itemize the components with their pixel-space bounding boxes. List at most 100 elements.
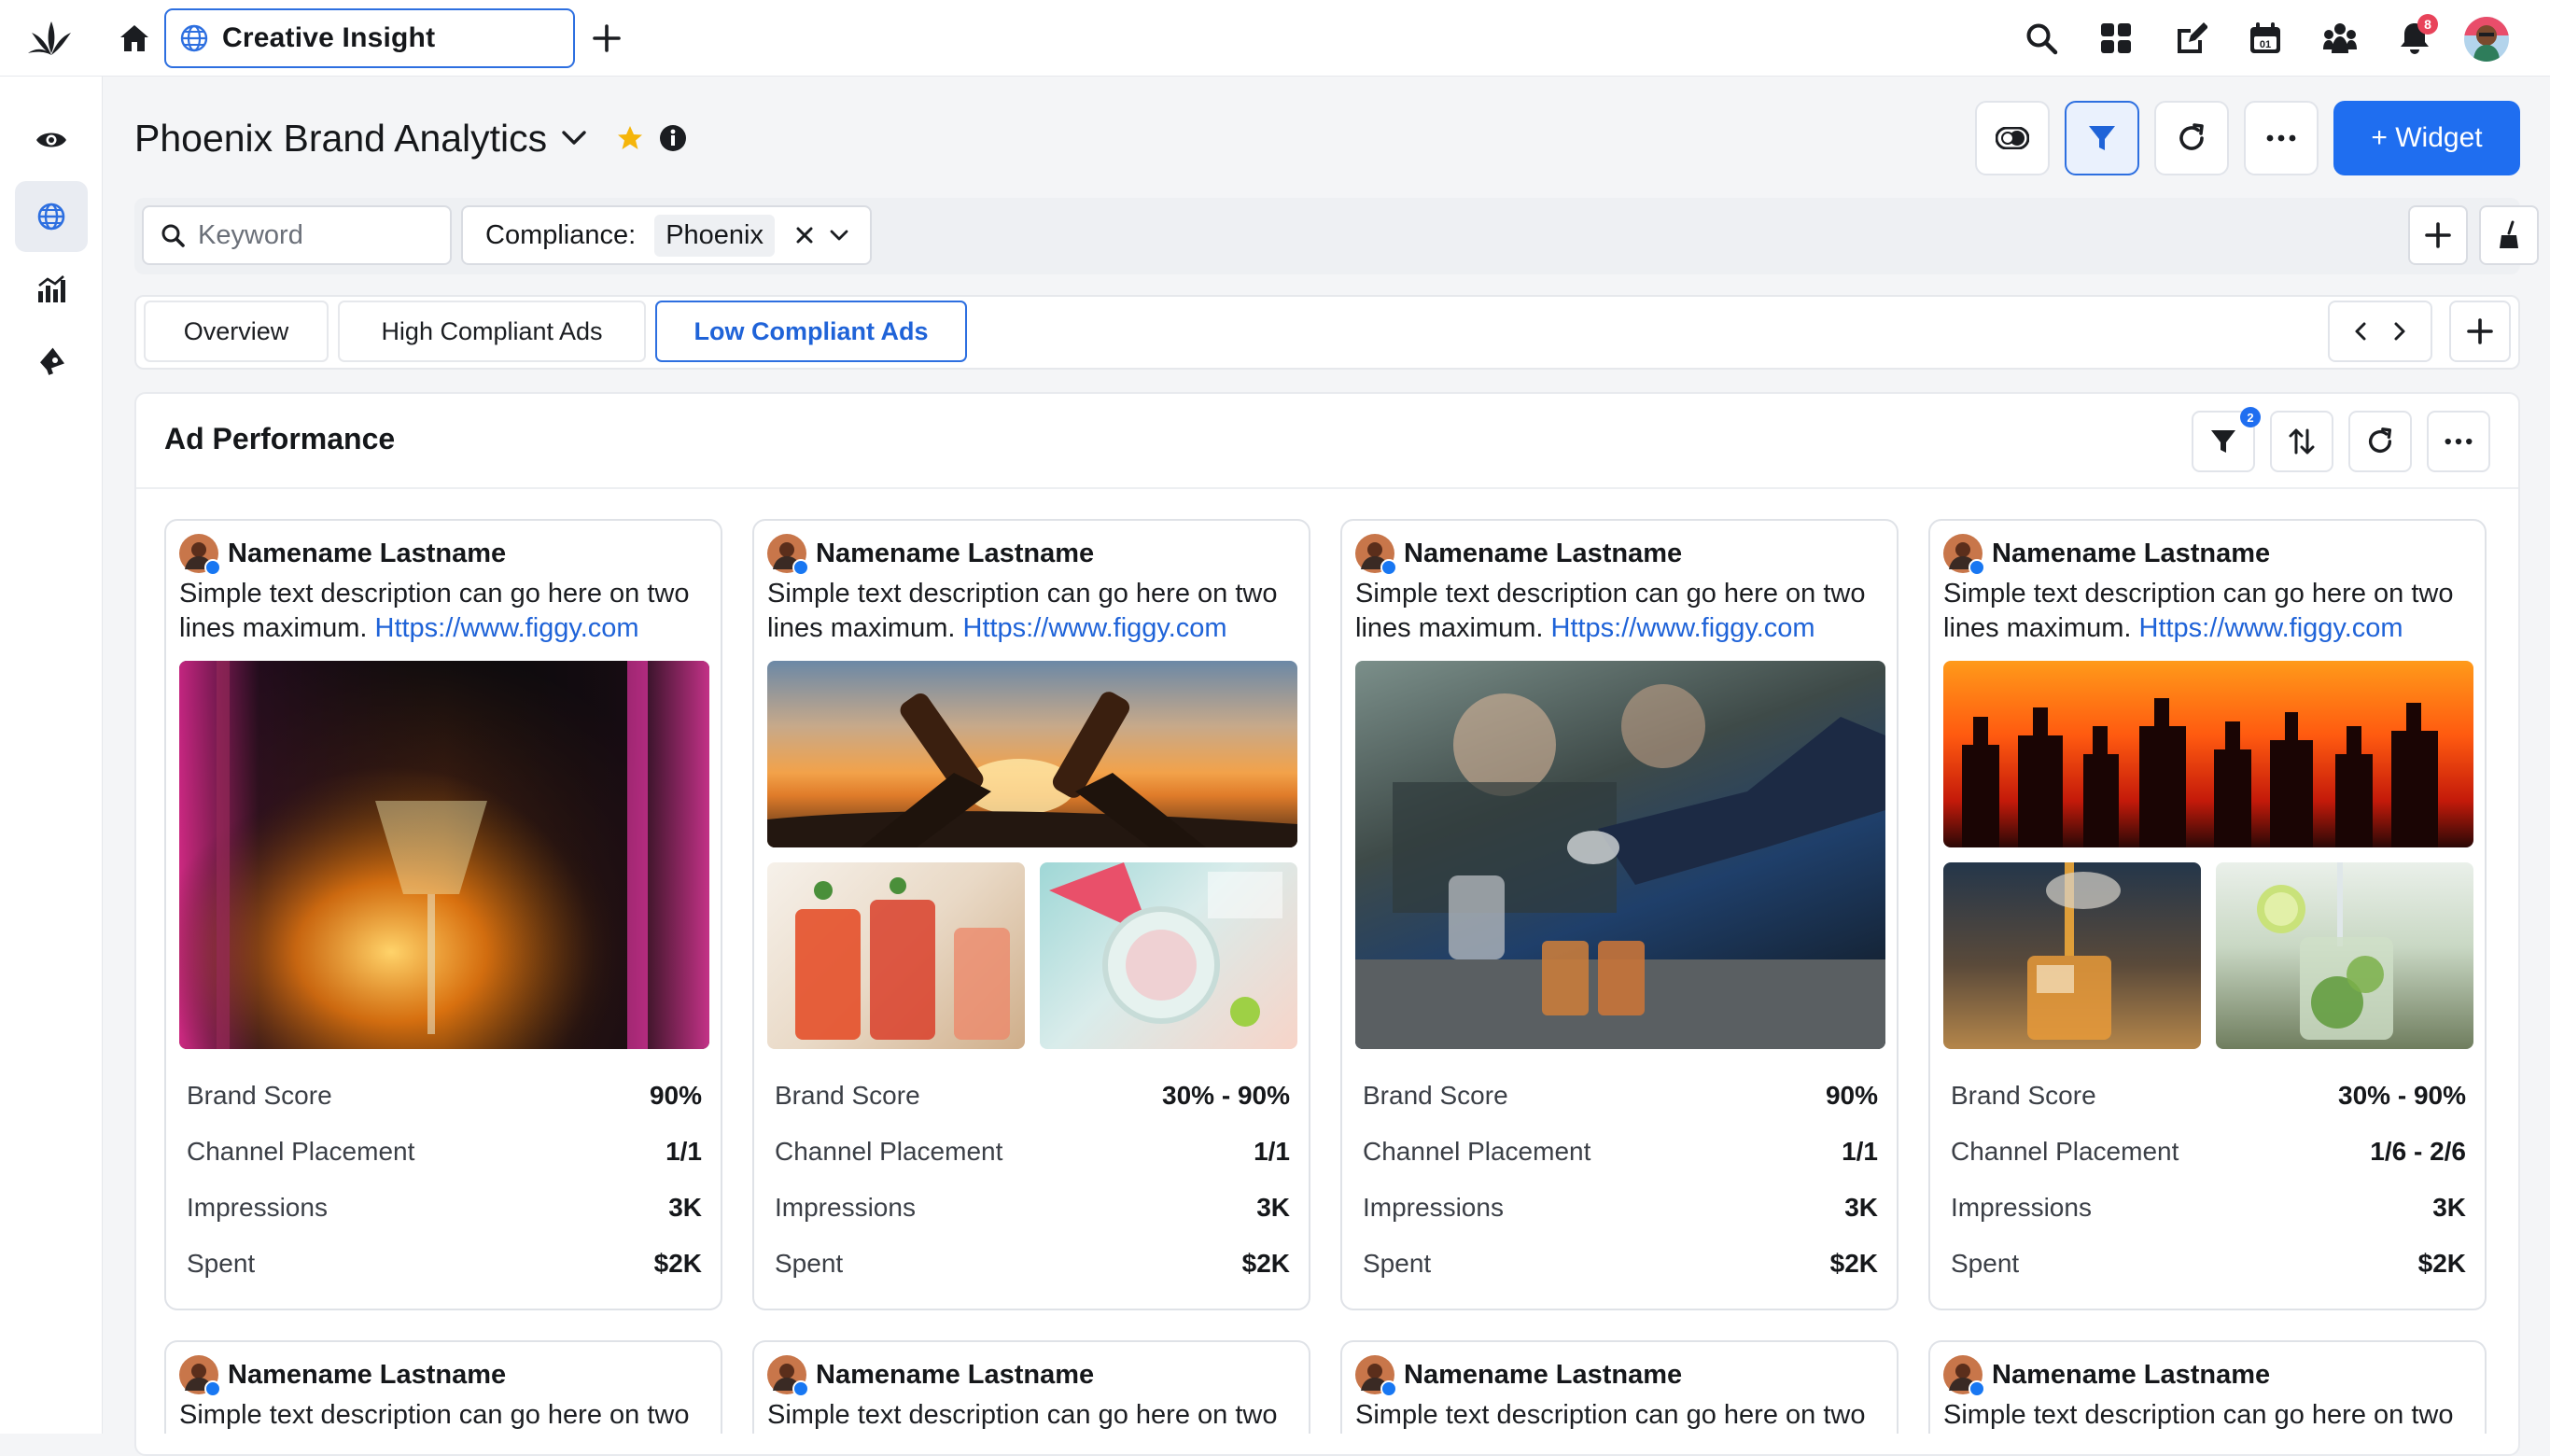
- card-link[interactable]: Https://www.figgy.com: [375, 613, 639, 643]
- keyword-input[interactable]: [196, 218, 420, 252]
- rail-item-analytics[interactable]: [15, 254, 88, 325]
- widget-more-button[interactable]: [2427, 411, 2490, 472]
- ad-card[interactable]: Namename Lastname Simple text descriptio…: [164, 519, 722, 1310]
- author-avatar: [1355, 534, 1397, 576]
- rail-item-insights[interactable]: [15, 181, 88, 252]
- tab-overview[interactable]: Overview: [144, 301, 329, 362]
- ad-image-whiskey-pour: [1943, 862, 2201, 1049]
- card-description: Simple text description can go here on t…: [179, 1400, 690, 1430]
- workspace-title: Creative Insight: [222, 22, 436, 53]
- broom-icon: [2496, 220, 2522, 250]
- calendar-icon[interactable]: 01: [2240, 16, 2291, 61]
- refresh-button[interactable]: [2154, 101, 2229, 175]
- plus-icon: [2466, 317, 2494, 345]
- rail-item-campaigns[interactable]: [15, 325, 88, 396]
- bell-icon[interactable]: 8: [2389, 14, 2440, 61]
- community-icon[interactable]: [2315, 16, 2365, 61]
- author-avatar: [1943, 1355, 1985, 1397]
- facebook-icon: [1380, 1380, 1397, 1397]
- card-link[interactable]: Https://www.figgy.com: [1551, 613, 1815, 643]
- ad-card[interactable]: Namename Lastname Simple text descriptio…: [752, 519, 1310, 1310]
- metric-channel-placement: Channel Placement 1/1: [187, 1137, 702, 1166]
- metric-impressions: Impressions 3K: [187, 1193, 702, 1222]
- card-media: [1943, 661, 2473, 1049]
- tab-low-compliant-ads[interactable]: Low Compliant Ads: [655, 301, 967, 362]
- ad-card[interactable]: Namename Lastname Simple text descriptio…: [1928, 1340, 2487, 1434]
- ad-card[interactable]: Namename Lastname Simple text descriptio…: [1340, 1340, 1898, 1434]
- metric-impressions: Impressions 3K: [1363, 1193, 1878, 1222]
- add-tab-button[interactable]: [2449, 301, 2511, 362]
- metric-channel-placement: Channel Placement 1/6 - 2/6: [1951, 1137, 2466, 1166]
- compliance-label: Compliance:: [485, 219, 637, 250]
- widget-refresh-button[interactable]: [2348, 411, 2412, 472]
- card-author: Namename Lastname: [767, 1355, 1094, 1397]
- metric-spent: Spent $2K: [1951, 1249, 2466, 1278]
- author-name: Namename Lastname: [816, 538, 1095, 568]
- chevron-down-icon[interactable]: [560, 129, 588, 147]
- widget-title: Ad Performance: [164, 422, 396, 455]
- compliance-filter[interactable]: Compliance: Phoenix: [461, 205, 872, 265]
- chevron-left-icon[interactable]: [2341, 321, 2380, 342]
- app-logo-icon[interactable]: [22, 13, 80, 63]
- add-widget-button[interactable]: + Widget: [2333, 101, 2520, 175]
- facebook-icon: [792, 559, 809, 576]
- ad-card[interactable]: Namename Lastname Simple text descriptio…: [752, 1340, 1310, 1434]
- card-author: Namename Lastname: [179, 1355, 506, 1397]
- more-options-button[interactable]: [2244, 101, 2319, 175]
- card-author: Namename Lastname: [1943, 1355, 2271, 1397]
- ad-image-beer-toast: [767, 661, 1297, 847]
- keyword-search[interactable]: [142, 205, 452, 265]
- filter-button[interactable]: [2065, 101, 2139, 175]
- ad-card[interactable]: Namename Lastname Simple text descriptio…: [1928, 519, 2487, 1310]
- clear-icon[interactable]: [795, 226, 814, 245]
- metric-spent: Spent $2K: [775, 1249, 1290, 1278]
- ad-image-bartender-pour: [1355, 661, 1885, 1049]
- add-filter-button[interactable]: [2408, 205, 2468, 265]
- notification-badge: 8: [2417, 14, 2438, 35]
- card-author: Namename Lastname: [179, 534, 506, 576]
- card-description: Simple text description can go here on t…: [767, 1400, 1278, 1430]
- ad-card[interactable]: Namename Lastname Simple text descriptio…: [164, 1340, 722, 1434]
- card-link[interactable]: Https://www.figgy.com: [2139, 613, 2403, 643]
- facebook-icon: [1969, 1380, 1985, 1397]
- author-avatar: [767, 1355, 809, 1397]
- chevron-right-icon[interactable]: [2380, 321, 2419, 342]
- widget-filter-button[interactable]: 2: [2192, 407, 2261, 472]
- card-media: [767, 661, 1297, 1049]
- apps-grid-icon[interactable]: [2091, 16, 2141, 61]
- sort-icon: [2289, 427, 2315, 456]
- user-avatar[interactable]: [2464, 17, 2509, 62]
- add-tab-button[interactable]: [584, 16, 629, 61]
- compose-icon[interactable]: [2165, 16, 2216, 61]
- metric-impressions: Impressions 3K: [775, 1193, 1290, 1222]
- page-title: Phoenix Brand Analytics: [134, 116, 548, 160]
- favorite-star-icon[interactable]: [616, 124, 644, 152]
- ad-image-bottle-shelf: [1943, 661, 2473, 847]
- author-avatar: [179, 1355, 221, 1397]
- card-link[interactable]: Https://www.figgy.com: [963, 613, 1227, 643]
- tab-high-compliant-ads[interactable]: High Compliant Ads: [338, 301, 646, 362]
- author-name: Namename Lastname: [1992, 1359, 2271, 1390]
- card-author: Namename Lastname: [1355, 534, 1682, 576]
- chevron-down-icon[interactable]: [829, 229, 849, 242]
- widget-sort-button[interactable]: [2270, 411, 2333, 472]
- info-icon[interactable]: [659, 124, 687, 152]
- ad-card[interactable]: Namename Lastname Simple text descriptio…: [1340, 519, 1898, 1310]
- metric-impressions: Impressions 3K: [1951, 1193, 2466, 1222]
- left-rail: [0, 77, 103, 1434]
- compliance-value-chip: Phoenix: [654, 214, 775, 257]
- card-description: Simple text description can go here on t…: [767, 579, 1278, 643]
- toggle-view-button[interactable]: [1975, 101, 2050, 175]
- clear-filters-button[interactable]: [2479, 205, 2539, 265]
- card-author: Namename Lastname: [1355, 1355, 1682, 1397]
- metric-channel-placement: Channel Placement 1/1: [775, 1137, 1290, 1166]
- rail-item-listen[interactable]: [15, 105, 88, 175]
- search-icon[interactable]: [2016, 16, 2067, 61]
- author-avatar: [767, 534, 809, 576]
- ad-image-cocktail-glass: [179, 661, 709, 1049]
- metric-brand-score: Brand Score 30% - 90%: [1951, 1081, 2466, 1110]
- workspace-tab[interactable]: Creative Insight: [164, 8, 575, 68]
- card-metrics: Brand Score 30% - 90% Channel Placement 1/…: [1951, 1068, 2466, 1292]
- card-description: Simple text description can go here on t…: [1355, 1400, 1866, 1430]
- home-icon[interactable]: [110, 16, 159, 61]
